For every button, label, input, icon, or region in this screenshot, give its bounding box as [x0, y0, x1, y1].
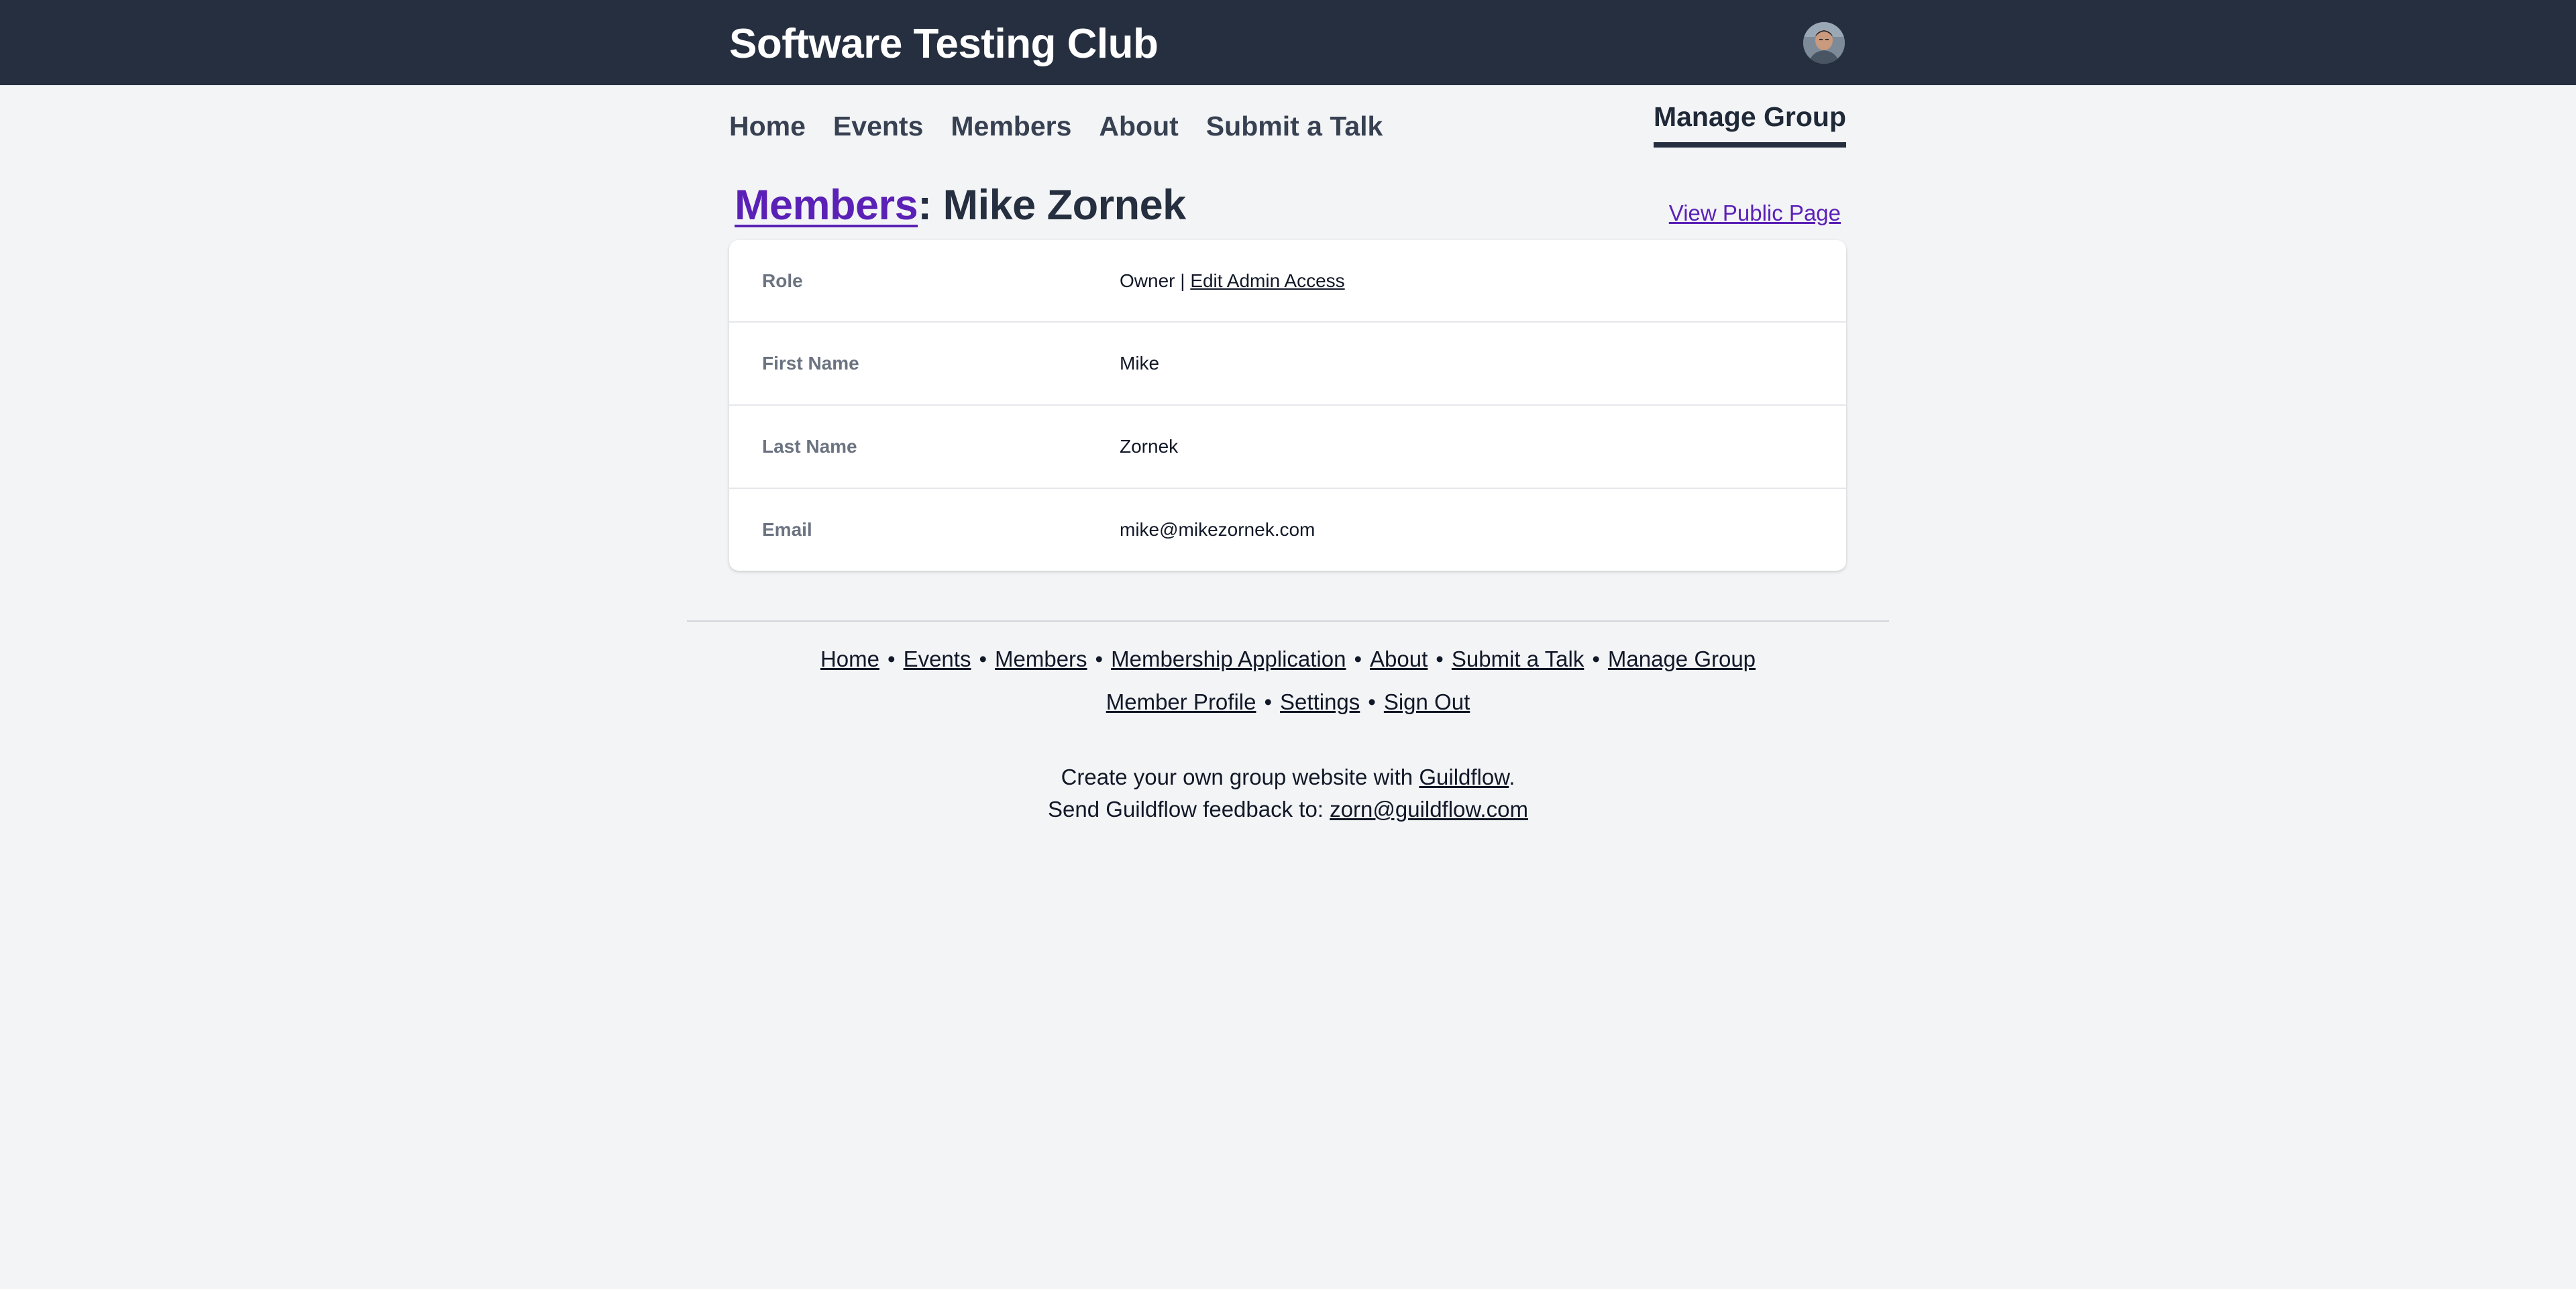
last-name-label: Last Name — [762, 436, 857, 457]
footer-divider — [687, 620, 1889, 622]
footer-bullet: • — [1264, 689, 1273, 714]
top-bar: Software Testing Club — [0, 0, 2576, 85]
email-label: Email — [762, 519, 812, 540]
footer-bullet: • — [1436, 647, 1444, 671]
main-nav: Home Events Members About Submit a Talk — [729, 106, 1410, 146]
nav-about[interactable]: About — [1099, 110, 1178, 142]
view-public-page-link[interactable]: View Public Page — [1669, 200, 1841, 227]
feedback-email-link[interactable]: zorn@guildflow.com — [1330, 797, 1528, 822]
page-title: Members: Mike Zornek — [735, 180, 1186, 231]
member-details-card: Role Owner | Edit Admin Access First Nam… — [729, 240, 1846, 571]
footer-link-home[interactable]: Home — [820, 647, 879, 671]
footer-link-settings[interactable]: Settings — [1280, 689, 1360, 714]
role-value: Owner | Edit Admin Access — [1120, 240, 1345, 322]
detail-row-email: Email mike@mikezornek.com — [729, 488, 1846, 571]
first-name-label: First Name — [762, 353, 859, 374]
guildflow-link[interactable]: Guildflow — [1419, 765, 1509, 789]
first-name-value: Mike — [1120, 353, 1160, 374]
footer-links-primary: Home • Events • Members • Membership Applicati… — [0, 644, 2576, 674]
nav-manage-group[interactable]: Manage Group — [1653, 101, 1846, 148]
footer-bullet: • — [979, 647, 987, 671]
footer-link-submit-talk[interactable]: Submit a Talk — [1452, 647, 1584, 671]
footer-link-membership-application[interactable]: Membership Application — [1111, 647, 1346, 671]
members-breadcrumb-link[interactable]: Members — [735, 182, 918, 229]
footer-link-sign-out[interactable]: Sign Out — [1384, 689, 1470, 714]
avatar-photo-icon — [1803, 22, 1845, 64]
detail-row-role: Role Owner | Edit Admin Access — [729, 240, 1846, 321]
footer-promo: Create your own group website with Guild… — [0, 763, 2576, 792]
role-text: Owner — [1120, 270, 1175, 291]
footer-links-account: Member Profile • Settings • Sign Out — [0, 687, 2576, 717]
edit-admin-access-link[interactable]: Edit Admin Access — [1190, 270, 1344, 291]
promo-text: Create your own group website with — [1061, 765, 1419, 789]
footer-bullet: • — [888, 647, 896, 671]
footer-bullet: • — [1592, 647, 1600, 671]
footer-link-events[interactable]: Events — [904, 647, 971, 671]
last-name-value: Zornek — [1120, 436, 1179, 457]
email-value: mike@mikezornek.com — [1120, 519, 1316, 540]
nav-home[interactable]: Home — [729, 110, 806, 142]
footer-link-about[interactable]: About — [1370, 647, 1428, 671]
nav-members[interactable]: Members — [951, 110, 1071, 142]
footer-link-member-profile[interactable]: Member Profile — [1106, 689, 1256, 714]
footer-feedback: Send Guildflow feedback to: zorn@guildfl… — [0, 795, 2576, 824]
role-separator: | — [1175, 270, 1191, 291]
member-name-title: : Mike Zornek — [918, 182, 1186, 229]
site-title[interactable]: Software Testing Club — [729, 20, 1159, 68]
feedback-text: Send Guildflow feedback to: — [1048, 797, 1330, 822]
footer-bullet: • — [1354, 647, 1362, 671]
role-label: Role — [762, 270, 803, 291]
nav-events[interactable]: Events — [833, 110, 923, 142]
footer-bullet: • — [1368, 689, 1376, 714]
nav-submit-talk[interactable]: Submit a Talk — [1206, 110, 1383, 142]
footer-link-members[interactable]: Members — [995, 647, 1087, 671]
footer-bullet: • — [1095, 647, 1104, 671]
detail-row-last-name: Last Name Zornek — [729, 404, 1846, 488]
promo-period: . — [1509, 765, 1515, 789]
user-avatar[interactable] — [1803, 22, 1845, 64]
detail-row-first-name: First Name Mike — [729, 321, 1846, 404]
footer-link-manage-group[interactable]: Manage Group — [1608, 647, 1756, 671]
